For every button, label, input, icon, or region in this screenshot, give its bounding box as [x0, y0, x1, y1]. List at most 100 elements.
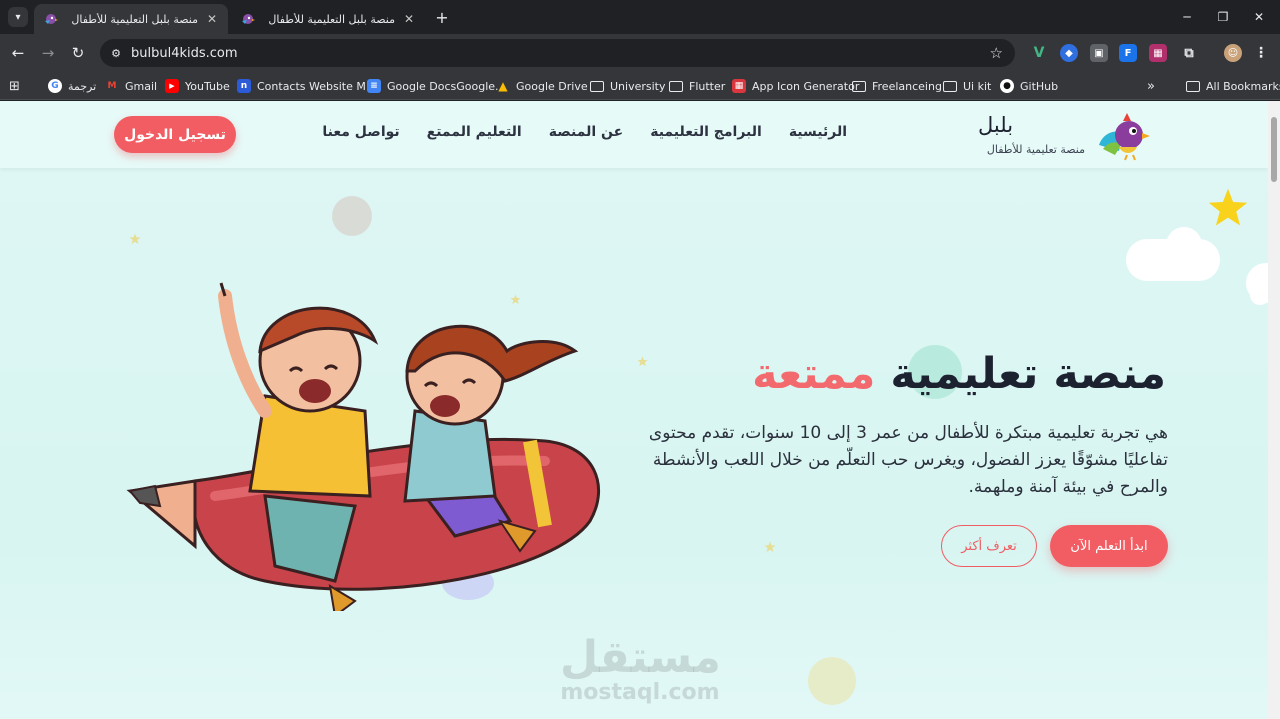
forward-icon[interactable]: →	[37, 42, 59, 64]
tab-strip: ▾ منصة بلبل التعليمية للأطفال ✕ منصة بلب…	[0, 0, 1280, 34]
bookmarks-bar: ⊞ G ترجمة M Gmail ▶ YouTube n Contacts W…	[0, 72, 1280, 100]
learn-more-button[interactable]: تعرف أكثر	[941, 525, 1037, 567]
camera-extension-icon[interactable]: ▣	[1090, 44, 1108, 62]
close-tab-icon[interactable]: ✕	[401, 11, 417, 27]
bookmark-label: Google DocsGoogle...	[387, 79, 506, 93]
main-nav: الرئيسية البرامج التعليمية عن المنصة الت…	[295, 124, 847, 146]
site-logo[interactable]: بلبل منصة تعليمية للأطفال	[978, 111, 1153, 161]
tab-search-button[interactable]: ▾	[8, 7, 28, 27]
url-text: bulbul4kids.com	[131, 45, 238, 61]
apps-grid-icon[interactable]: ⊞	[9, 77, 20, 95]
tab-title: منصة بلبل التعليمية للأطفال	[71, 12, 198, 26]
site-header: بلبل منصة تعليمية للأطفال الرئيسية البرا…	[0, 101, 1268, 168]
bookmark-label: Freelanceing	[872, 79, 942, 93]
drive-icon: ▲	[498, 79, 508, 93]
bookmark-label: Google Drive	[516, 79, 588, 93]
profile-avatar[interactable]: ☺	[1224, 44, 1242, 62]
page-scrollbar[interactable]	[1268, 101, 1280, 719]
reload-icon[interactable]: ↻	[67, 42, 89, 64]
bird-favicon-icon	[242, 14, 255, 24]
color-extension-icon[interactable]: ▦	[1149, 44, 1167, 62]
decor-circle	[332, 196, 372, 236]
star-icon	[637, 356, 648, 367]
google-icon: G	[48, 79, 62, 93]
star-icon	[1208, 188, 1248, 226]
bookmark-label: Flutter	[689, 79, 726, 93]
tab-active[interactable]: منصة بلبل التعليمية للأطفال ✕	[34, 4, 228, 34]
minimize-icon[interactable]: ─	[1176, 6, 1198, 28]
bookmark-label: YouTube	[185, 79, 230, 93]
browser-toolbar: ← → ↻ ⚙ bulbul4kids.com ☆ V ◆ ▣ F ▦ ⧉ ☺ …	[0, 34, 1280, 72]
contacts-icon: n	[237, 79, 251, 93]
decor-circle	[808, 657, 856, 705]
folder-icon	[852, 80, 866, 92]
close-window-icon[interactable]: ✕	[1248, 6, 1270, 28]
extensions-puzzle-icon[interactable]: ⧉	[1180, 44, 1198, 62]
tab-inactive[interactable]: منصة بلبل التعليمية للأطفال ✕	[231, 4, 425, 34]
bookmark-gmail[interactable]: M Gmail	[105, 77, 158, 95]
bird-logo-icon	[1099, 113, 1150, 161]
folder-icon	[1186, 80, 1200, 92]
bookmark-github[interactable]: ● GitHub	[1000, 77, 1058, 95]
bookmark-folder-flutter[interactable]: Flutter	[669, 77, 725, 95]
all-bookmarks-button[interactable]: All Bookmarks	[1186, 77, 1280, 95]
gmail-icon: M	[107, 81, 117, 91]
bookmark-google-docs[interactable]: ≡ Google DocsGoogle...	[367, 77, 506, 95]
new-tab-button[interactable]: +	[433, 8, 451, 27]
bookmark-label: University	[610, 79, 666, 93]
star-icon	[129, 233, 141, 244]
nav-home[interactable]: الرئيسية	[789, 124, 847, 146]
youtube-icon: ▶	[165, 79, 179, 93]
folder-icon	[669, 80, 683, 92]
logo-tagline: منصة تعليمية للأطفال	[986, 143, 1085, 156]
login-button[interactable]: تسجيل الدخول	[114, 116, 236, 153]
docs-icon: ≡	[367, 79, 381, 93]
bookmark-label: Gmail	[125, 79, 158, 93]
bookmark-folder-ui-kit[interactable]: Ui kit	[943, 77, 991, 95]
scrollbar-thumb[interactable]	[1271, 117, 1277, 182]
folder-icon	[590, 80, 604, 92]
bookmark-label: GitHub	[1020, 79, 1059, 93]
bookmark-youtube[interactable]: ▶ YouTube	[165, 77, 230, 95]
bookmark-folder-freelanceing[interactable]: Freelanceing	[852, 77, 942, 95]
bookmark-label: App Icon Generator	[752, 79, 860, 93]
bookmark-star-icon[interactable]: ☆	[990, 44, 1003, 62]
bookmark-contacts[interactable]: n Contacts Website M...	[237, 77, 376, 95]
nav-about[interactable]: عن المنصة	[549, 124, 623, 146]
more-bookmarks-icon[interactable]: »	[1147, 77, 1155, 95]
nav-programs[interactable]: البرامج التعليمية	[650, 124, 762, 146]
hero-title: منصة تعليمية ممتعة	[752, 349, 1166, 399]
kids-on-pencil-illustration	[126, 282, 600, 611]
font-extension-icon[interactable]: F	[1119, 44, 1137, 62]
nav-fun-learning[interactable]: التعليم الممتع	[427, 124, 522, 146]
hero-description: هي تجربة تعليمية مبتكرة للأطفال من عمر 3…	[648, 423, 1168, 497]
github-icon: ●	[1000, 79, 1014, 93]
hero-title-accent: ممتعة	[752, 349, 876, 399]
bookmark-label: Contacts Website M...	[257, 79, 377, 93]
back-icon[interactable]: ←	[7, 42, 29, 64]
start-learning-button[interactable]: ابدأ التعلم الآن	[1050, 525, 1168, 567]
vue-extension-icon[interactable]: V	[1030, 44, 1048, 62]
address-bar[interactable]: ⚙ bulbul4kids.com ☆	[100, 39, 1015, 67]
site-info-icon[interactable]: ⚙	[107, 44, 125, 62]
bookmark-app-icon-generator[interactable]: ▦ App Icon Generator	[732, 77, 859, 95]
nav-contact[interactable]: تواصل معنا	[322, 124, 399, 146]
bookmark-translate[interactable]: G ترجمة	[48, 77, 96, 95]
bird-favicon-icon	[45, 14, 58, 24]
logo-name: بلبل	[978, 113, 1014, 137]
menu-kebab-icon[interactable]: ⋮	[1252, 44, 1270, 62]
close-tab-icon[interactable]: ✕	[204, 11, 220, 27]
star-icon	[764, 541, 776, 552]
hero-title-main: منصة تعليمية	[890, 349, 1166, 399]
bookmark-google-drive[interactable]: ▲ Google Drive	[496, 77, 588, 95]
bookmark-folder-university[interactable]: University	[590, 77, 666, 95]
watermark-arabic: مستقل	[560, 632, 721, 683]
cloud-icon	[1126, 227, 1268, 305]
restore-icon[interactable]: ❐	[1212, 6, 1234, 28]
metamask-extension-icon[interactable]: ◆	[1060, 44, 1078, 62]
folder-icon	[943, 80, 957, 92]
watermark-latin: mostaql.com	[560, 680, 720, 705]
bookmark-label: ترجمة	[68, 79, 97, 93]
tab-title: منصة بلبل التعليمية للأطفال	[268, 12, 395, 26]
mostaql-watermark: مستقل mostaql.com	[560, 632, 721, 706]
